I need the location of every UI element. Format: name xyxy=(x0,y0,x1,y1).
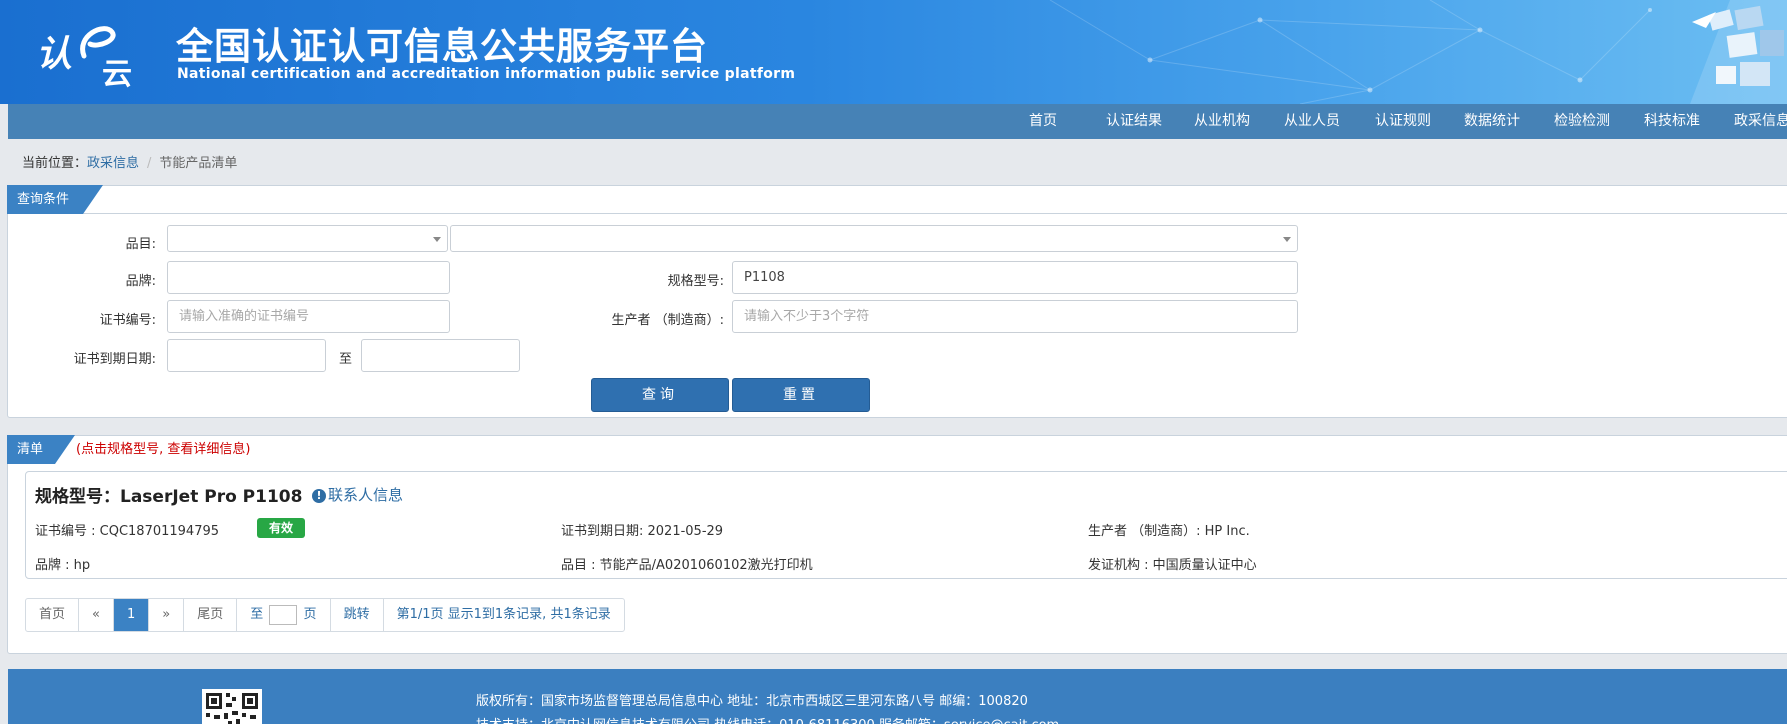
brand-input[interactable] xyxy=(167,261,450,294)
page-last-button[interactable]: 尾页 xyxy=(184,599,238,631)
chevron-down-icon xyxy=(1283,237,1291,242)
nav-item-practitioners[interactable]: 从业人员 xyxy=(1284,104,1340,139)
manufacturer-input[interactable]: 请输入不少于3个字符 xyxy=(732,300,1298,333)
category-label: 品目: xyxy=(125,237,156,252)
site-header: 认 云 全国认证认可信息公共服务平台 National certificatio… xyxy=(0,0,1787,104)
breadcrumb-link-procurement[interactable]: 政采信息 xyxy=(87,156,139,171)
page-next-button[interactable]: » xyxy=(149,599,185,631)
contact-info-link[interactable]: ! 联系人信息 xyxy=(312,484,403,505)
cert-expiry: 证书到期日期: 2021-05-29 xyxy=(561,524,724,539)
category-select-primary[interactable] xyxy=(167,225,448,252)
model-title-link[interactable]: 规格型号：LaserJet Pro P1108 xyxy=(35,482,302,507)
category-select-secondary[interactable] xyxy=(450,225,1298,252)
model-input[interactable]: P1108 xyxy=(732,261,1298,294)
list-panel-header: 清单 (点击规格型号, 查看详细信息) xyxy=(7,435,1787,464)
svg-text:认: 认 xyxy=(36,33,72,75)
search-button[interactable]: 查询 xyxy=(591,378,729,412)
footer-support: 技术支持：北京中认网信息技术有限公司 热线电话：010-68116300 服务邮… xyxy=(476,714,1059,724)
nav-item-statistics[interactable]: 数据统计 xyxy=(1464,104,1520,139)
reset-button[interactable]: 重置 xyxy=(732,378,870,412)
brand: 品牌 : hp xyxy=(35,558,91,573)
nav-item-cert-rules[interactable]: 认证规则 xyxy=(1375,104,1431,139)
list-tab: 清单 xyxy=(7,435,55,464)
expiry-to-input[interactable] xyxy=(361,339,520,372)
query-panel: 查询条件 品目: 品牌: 规格型号: P1108 证书编号: 请输入准确的证书编… xyxy=(7,185,1787,418)
header-decoration-image xyxy=(1690,0,1787,104)
nav-item-standards[interactable]: 科技标准 xyxy=(1644,104,1700,139)
info-icon: ! xyxy=(312,489,326,503)
status-badge: 有效 xyxy=(257,518,305,538)
cert-no-label: 证书编号: xyxy=(99,313,156,328)
site-title: 全国认证认可信息公共服务平台 xyxy=(176,25,708,68)
expiry-label: 证书到期日期: xyxy=(73,352,156,367)
nav-item-home[interactable]: 首页 xyxy=(1029,104,1057,139)
breadcrumb-separator: / xyxy=(147,156,152,171)
query-tab: 查询条件 xyxy=(7,185,83,214)
page-goto: 至 页 xyxy=(237,599,331,631)
nav-item-procurement[interactable]: 政采信息 xyxy=(1734,104,1787,139)
list-notice: (点击规格型号, 查看详细信息) xyxy=(76,442,251,457)
nav-item-institutions[interactable]: 从业机构 xyxy=(1194,104,1250,139)
footer-copyright: 版权所有：国家市场监督管理总局信息中心 地址：北京市西城区三里河东路八号 邮编：… xyxy=(476,694,1028,709)
category: 品目 : 节能产品/A0201060102激光打印机 xyxy=(561,558,813,573)
tab-notch xyxy=(83,185,103,214)
issuing-body: 发证机构 : 中国质量认证中心 xyxy=(1088,558,1257,573)
breadcrumb-current: 节能产品清单 xyxy=(159,156,238,171)
page-first-button[interactable]: 首页 xyxy=(26,599,80,631)
expiry-to-label: 至 xyxy=(339,352,353,367)
cert-number: 证书编号 : CQC18701194795 xyxy=(35,524,220,539)
nav-item-cert-results[interactable]: 认证结果 xyxy=(1106,104,1162,139)
expiry-from-input[interactable] xyxy=(167,339,326,372)
page-prev-button[interactable]: « xyxy=(79,599,114,631)
qr-code-image xyxy=(202,689,262,724)
pagination: 首页 « 1 » 尾页 至 页 跳转 第1/1页 显示1到1条记录, 共1条记录 xyxy=(25,598,625,632)
breadcrumb-prefix: 当前位置： xyxy=(22,156,88,171)
nav-item-inspection[interactable]: 检验检测 xyxy=(1554,104,1610,139)
page-jump-button[interactable]: 跳转 xyxy=(331,599,384,631)
model-label: 规格型号: xyxy=(667,274,724,289)
manufacturer: 生产者 （制造商）: HP Inc. xyxy=(1088,524,1250,539)
result-list-panel: 清单 (点击规格型号, 查看详细信息) 规格型号：LaserJet Pro P1… xyxy=(7,435,1787,654)
chevron-down-icon xyxy=(433,237,441,242)
result-card: 规格型号：LaserJet Pro P1108 ! 联系人信息 证书编号 : CQ… xyxy=(25,471,1787,579)
tab-notch xyxy=(55,435,75,464)
svg-text:云: 云 xyxy=(102,57,132,88)
breadcrumb: 当前位置：政采信息 / 节能产品清单 xyxy=(22,152,237,171)
site-footer: 版权所有：国家市场监督管理总局信息中心 地址：北京市西城区三里河东路八号 邮编：… xyxy=(8,669,1787,724)
manufacturer-label: 生产者 （制造商）: xyxy=(611,313,724,328)
query-panel-header: 查询条件 xyxy=(7,185,1787,214)
page-summary: 第1/1页 显示1到1条记录, 共1条记录 xyxy=(396,607,611,622)
site-subtitle: National certification and accreditation… xyxy=(177,66,796,82)
page-goto-input[interactable] xyxy=(269,604,298,625)
page-number-current[interactable]: 1 xyxy=(113,599,150,631)
brand-label: 品牌: xyxy=(125,274,156,289)
main-nav: 首页 认证结果 从业机构 从业人员 认证规则 数据统计 检验检测 科技标准 政采… xyxy=(8,104,1787,139)
site-logo[interactable]: 认 云 xyxy=(34,18,144,88)
cert-no-input[interactable]: 请输入准确的证书编号 xyxy=(167,300,450,333)
